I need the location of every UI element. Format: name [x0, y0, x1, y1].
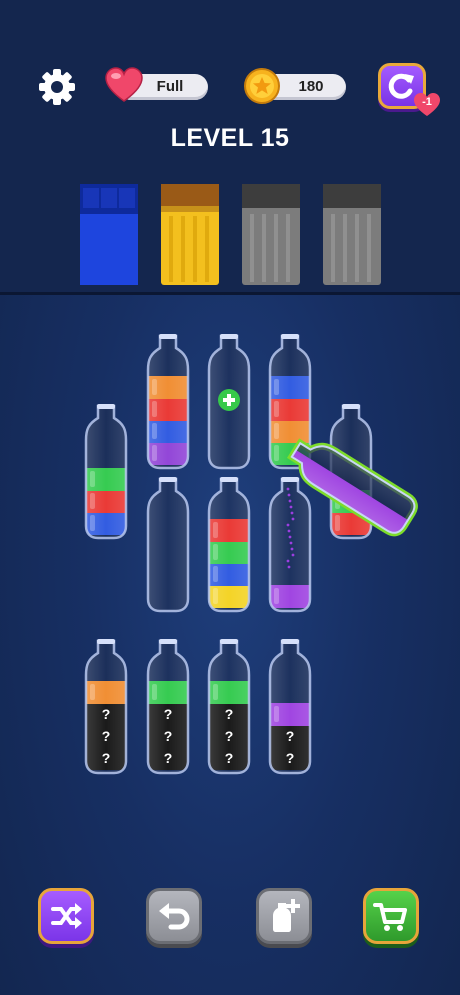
pour-droplet: [288, 535, 292, 539]
coin-icon: [244, 68, 280, 104]
shuffle-icon: [51, 903, 82, 929]
plus-icon-bar: [227, 394, 231, 406]
goal-box-yellow: [161, 184, 219, 285]
heart-icon: [105, 67, 143, 102]
pour-droplet: [291, 517, 295, 521]
bottle-outline: [146, 334, 190, 470]
restart-cost: -1: [422, 96, 432, 108]
bottle-rim: [220, 477, 238, 482]
bottle-rim: [159, 477, 177, 482]
bottle-rim: [281, 639, 299, 644]
shop-button[interactable]: [363, 888, 419, 944]
bottle[interactable]: ???: [84, 639, 128, 775]
shopping-cart-icon: [373, 903, 407, 931]
pour-droplet: [291, 553, 295, 557]
bottle-outline: [207, 639, 251, 775]
bottle-rim: [342, 404, 360, 409]
bottle-rim: [220, 639, 238, 644]
bottle[interactable]: [84, 404, 128, 540]
undo-button[interactable]: [146, 888, 202, 944]
bottle-rim: [281, 334, 299, 339]
bottle-outline: [84, 639, 128, 775]
bottle-rim: [97, 404, 115, 409]
lives-status: Full: [156, 78, 184, 95]
goal-box-locked: [323, 184, 381, 285]
pour-droplet: [286, 559, 290, 563]
bottle-rim: [159, 334, 177, 339]
pour-droplet: [287, 565, 291, 569]
bottle[interactable]: ???: [207, 639, 251, 775]
undo-icon: [159, 903, 190, 930]
bottle[interactable]: ???: [146, 639, 190, 775]
pour-droplet: [287, 493, 291, 497]
bottle[interactable]: [207, 334, 251, 470]
pour-droplet: [287, 529, 291, 533]
bottle-rim: [97, 639, 115, 644]
bottle[interactable]: [207, 477, 251, 613]
bottle-rim: [281, 477, 299, 482]
bottle-outline: [146, 477, 190, 613]
gear-icon[interactable]: [36, 66, 78, 108]
goal-box-blue: [80, 184, 138, 285]
bottle-rim: [159, 639, 177, 644]
bottle-rim: [220, 334, 238, 339]
bottle[interactable]: [268, 477, 312, 613]
add-bottle-button[interactable]: [256, 888, 312, 944]
pour-droplet: [290, 547, 294, 551]
bottle-outline: [146, 639, 190, 775]
bottle-outline: [268, 639, 312, 775]
shuffle-button[interactable]: [38, 888, 94, 944]
pour-droplet: [290, 511, 294, 515]
bottle-outline: [207, 477, 251, 613]
bottle[interactable]: [146, 334, 190, 470]
pour-droplet: [286, 523, 290, 527]
pour-droplet: [289, 505, 293, 509]
bottle[interactable]: ??: [268, 639, 312, 775]
bottle-outline: [268, 477, 312, 613]
bottle-outline: [84, 404, 128, 540]
goal-box-locked: [242, 184, 300, 285]
restart-cost-badge: -1: [413, 92, 441, 118]
bottle[interactable]: [146, 477, 190, 613]
coin-count: 180: [298, 78, 324, 95]
pour-droplet: [288, 499, 292, 503]
pour-droplet: [289, 541, 293, 545]
pour-droplet: [286, 487, 290, 491]
add-bottle-icon: [273, 899, 300, 932]
game-board: ???????????: [84, 334, 418, 775]
panel-divider: [0, 292, 460, 295]
level-title: LEVEL 15: [170, 124, 290, 152]
